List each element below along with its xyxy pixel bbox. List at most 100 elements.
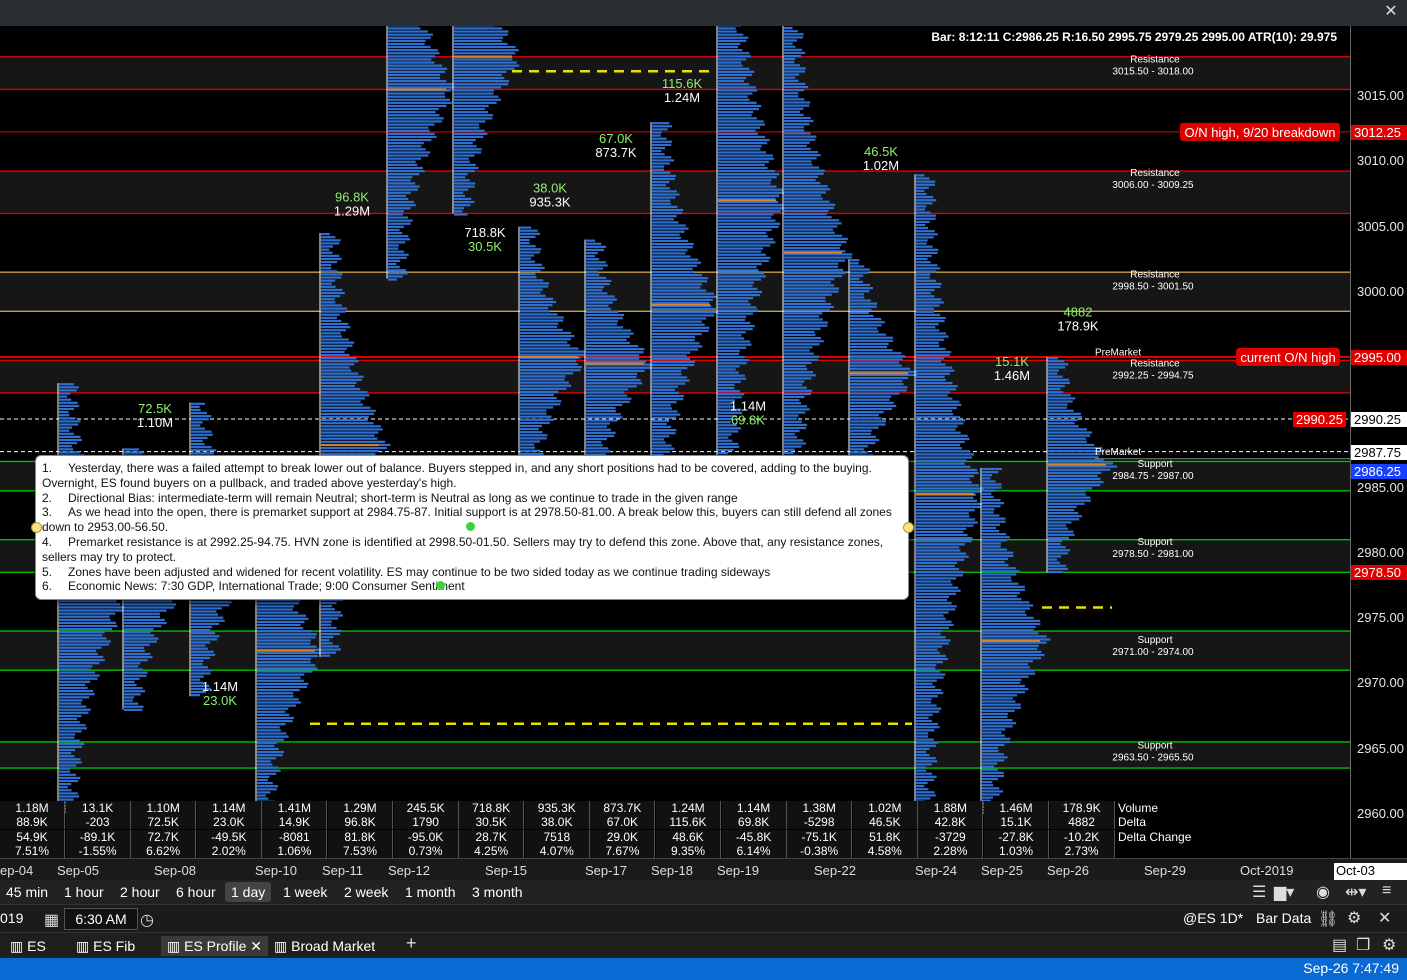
profile-bar bbox=[59, 435, 81, 438]
profile-bar bbox=[652, 363, 695, 367]
close-window-icon[interactable]: ✕ bbox=[1381, 2, 1401, 22]
profile-bar bbox=[321, 639, 330, 642]
timeframe-2-hour[interactable]: 2 hour bbox=[114, 882, 166, 902]
profile-bar bbox=[916, 555, 969, 558]
date-axis: ep-04 Sep-05 Sep-08 Sep-10 Sep-11 Sep-12 Sep-1… bbox=[0, 858, 1407, 893]
profile-bar bbox=[388, 228, 400, 232]
profile-bar bbox=[59, 442, 77, 445]
profile-bar bbox=[916, 775, 937, 778]
profile-bar bbox=[59, 389, 77, 392]
profile-bar bbox=[916, 264, 938, 267]
layout-icon[interactable]: ▤ bbox=[1332, 935, 1347, 955]
profile-bar bbox=[454, 49, 519, 52]
profile-label-top: 15.1K bbox=[995, 354, 1029, 369]
profile-bar bbox=[321, 338, 349, 341]
profile-label-top: 96.8K bbox=[335, 190, 369, 205]
close-chart-icon[interactable]: ✕ bbox=[1378, 908, 1391, 928]
profile-bar bbox=[916, 394, 948, 397]
profile-chart[interactable]: 72.5K 1.10M 1.14M 23.0K 96.8K 1.29M 718.8K 30.5… bbox=[0, 26, 1350, 858]
eye-icon[interactable]: ◉ bbox=[1316, 882, 1330, 902]
add-tab-icon[interactable]: + bbox=[406, 933, 417, 954]
profile-bar bbox=[586, 292, 608, 295]
timeframe-1-day[interactable]: 1 day bbox=[225, 882, 272, 902]
profile-bar bbox=[454, 86, 501, 89]
profile-bar bbox=[59, 783, 72, 786]
timeframe-45-min[interactable]: 45 min bbox=[0, 882, 54, 902]
profile-bar bbox=[321, 632, 340, 636]
profile-bar bbox=[520, 285, 549, 288]
profile-bar bbox=[850, 318, 882, 321]
tab-es-fib[interactable]: ▥ ES Fib bbox=[76, 936, 135, 956]
profile-bar bbox=[321, 257, 342, 261]
timeframe-bar: 45 min 1 hour 2 hour 6 hour 1 day 1 week 2 wee… bbox=[0, 880, 1407, 904]
profile-label-bottom: 178.9K bbox=[1057, 319, 1099, 334]
stat-cell-delta_change: 7518 bbox=[524, 829, 590, 844]
profile-bar bbox=[257, 775, 270, 778]
list-icon[interactable]: ☰ bbox=[1252, 882, 1266, 902]
profile-bar bbox=[982, 502, 1005, 505]
timeframe-1-month[interactable]: 1 month bbox=[399, 882, 462, 902]
notes-move-handle[interactable] bbox=[466, 522, 475, 531]
notes-resize-handle-right[interactable] bbox=[903, 522, 914, 533]
profile-bar bbox=[520, 319, 564, 322]
settings-icon[interactable]: ⚙ bbox=[1382, 935, 1396, 955]
profile-label-bottom: 30.5K bbox=[468, 239, 502, 254]
profile-bar bbox=[1048, 477, 1101, 481]
profile-bar bbox=[388, 154, 429, 157]
timeframe-6-hour[interactable]: 6 hour bbox=[170, 882, 222, 902]
timeframe-1-week[interactable]: 1 week bbox=[277, 882, 333, 902]
note-text: Directional Bias: intermediate-term will… bbox=[68, 490, 738, 505]
note-text: sellers may try to protect. bbox=[42, 549, 177, 564]
profile-label-top: 718.8K bbox=[464, 225, 506, 240]
timeframe-1-hour[interactable]: 1 hour bbox=[58, 882, 110, 902]
price-axis[interactable]: 3015.003010.003005.003000.002995.002990.… bbox=[1350, 26, 1407, 858]
profile-bar bbox=[586, 434, 615, 438]
copy-icon[interactable]: ❐ bbox=[1356, 935, 1370, 955]
notes-resize-handle-left[interactable] bbox=[31, 522, 42, 533]
profile-bar bbox=[1048, 518, 1080, 521]
profile-bar bbox=[257, 692, 294, 695]
profile-bar bbox=[982, 765, 995, 768]
clock-icon[interactable]: ◷ bbox=[140, 910, 154, 930]
profile-bar bbox=[321, 617, 339, 620]
chart-style-icon[interactable]: ▆▾ bbox=[1274, 882, 1294, 902]
profile-label-top: 115.6K bbox=[662, 76, 703, 91]
timeframe-2-week[interactable]: 2 week bbox=[338, 882, 394, 902]
profile-bar bbox=[916, 682, 933, 685]
profile-bar bbox=[784, 58, 796, 61]
stat-cell-pct: -0.38% bbox=[787, 843, 853, 858]
profile-bar bbox=[59, 711, 89, 714]
tab-es[interactable]: ▥ ES bbox=[10, 936, 46, 956]
profile-bar bbox=[916, 276, 930, 279]
profile-bar bbox=[718, 67, 750, 70]
profile-bar bbox=[718, 433, 732, 436]
profile-bar bbox=[982, 595, 1018, 598]
profile-bar bbox=[784, 321, 828, 324]
profile-bar bbox=[321, 369, 352, 372]
profile-bar bbox=[124, 677, 140, 680]
calendar-icon[interactable]: ▦ bbox=[44, 910, 59, 930]
date-field[interactable]: 019 bbox=[0, 910, 23, 926]
tab-es-profile[interactable]: ▥ ES Profile ✕ bbox=[161, 936, 268, 956]
notes-anchor-handle[interactable] bbox=[436, 581, 445, 590]
profile-bar bbox=[257, 707, 289, 710]
menu-icon[interactable]: ≡ bbox=[1382, 882, 1391, 900]
stat-cell-volume: 178.9K bbox=[1049, 801, 1115, 815]
profile-bar bbox=[321, 406, 371, 409]
profile-bar bbox=[1048, 468, 1111, 471]
timeframe-3-month[interactable]: 3 month bbox=[466, 882, 529, 902]
time-field[interactable]: 6:30 AM bbox=[64, 908, 138, 930]
gear-icon[interactable]: ⚙ bbox=[1347, 908, 1361, 928]
link-icon[interactable]: ⛓ bbox=[1318, 909, 1338, 929]
profile-bar bbox=[784, 275, 843, 278]
symbol-label[interactable]: @ES 1D* bbox=[1183, 910, 1243, 926]
profile-bar bbox=[652, 156, 672, 159]
profile-bar bbox=[652, 134, 661, 137]
profile-bar bbox=[388, 238, 411, 241]
tab-broad-market[interactable]: ▥ Broad Market bbox=[274, 936, 375, 956]
profile-bar bbox=[388, 123, 435, 126]
data-type-label[interactable]: Bar Data bbox=[1256, 910, 1311, 926]
profile-bar bbox=[850, 308, 872, 311]
profile-bar bbox=[916, 248, 939, 251]
scroll-icon[interactable]: ⇹▾ bbox=[1345, 882, 1366, 902]
